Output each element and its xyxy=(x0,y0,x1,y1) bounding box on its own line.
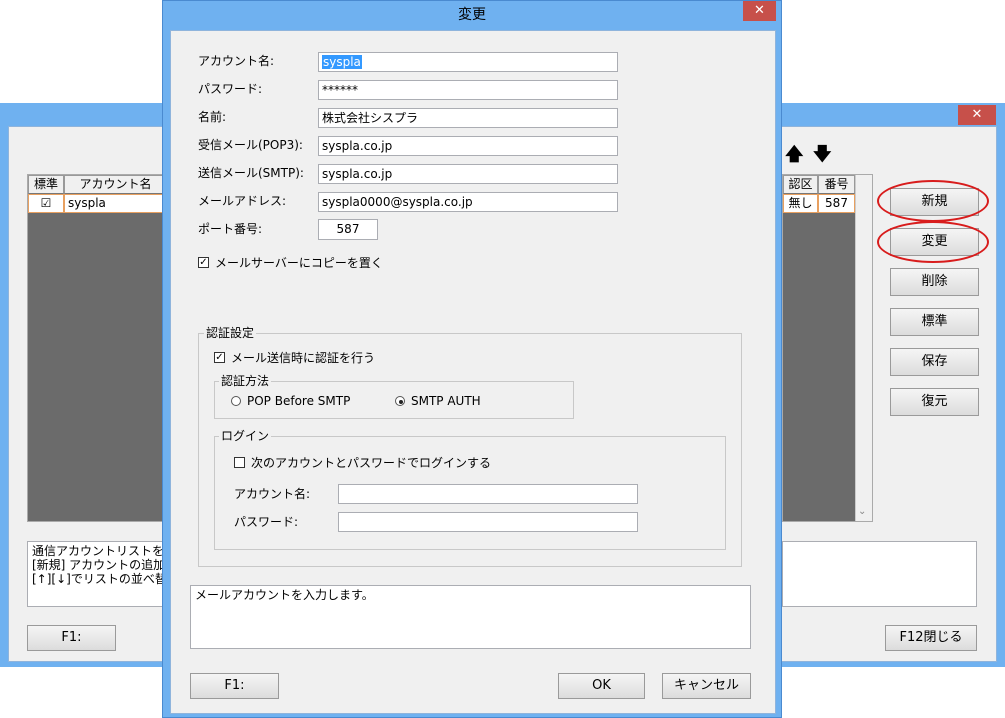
move-down-icon[interactable]: 🡇 xyxy=(813,145,832,165)
smtp-label: 送信メール(SMTP): xyxy=(198,166,304,180)
dialog-title: 変更 xyxy=(458,7,486,23)
f12-close-button[interactable]: F12閉じる xyxy=(885,625,977,651)
smtp-auth-label[interactable]: SMTP AUTH xyxy=(411,393,481,409)
email-input[interactable]: syspla0000@syspla.co.jp xyxy=(318,192,618,212)
login-title: ログイン xyxy=(219,429,272,443)
login-account-label: アカウント名: xyxy=(234,487,311,501)
scroll-down-icon[interactable]: ⌄ xyxy=(858,506,866,517)
ok-button[interactable]: OK xyxy=(558,673,645,699)
auth-on-send-label[interactable]: メール送信時に認証を行う xyxy=(231,350,375,366)
row-account-cell[interactable]: syspla xyxy=(64,194,167,213)
password-label: パスワード: xyxy=(198,82,263,96)
port-input[interactable]: 587 xyxy=(318,219,378,240)
auth-on-send-checkbox[interactable]: ✓ xyxy=(214,352,225,363)
highlight-circle-new xyxy=(877,180,989,222)
message-box: メールアカウントを入力します。 xyxy=(190,585,751,649)
email-label: メールアドレス: xyxy=(198,194,287,208)
message-text: メールアカウントを入力します。 xyxy=(195,588,374,602)
keep-copy-checkbox[interactable]: ✓ xyxy=(198,257,209,268)
bg-f1-button[interactable]: F1: xyxy=(27,625,116,651)
account-name-input[interactable]: syspla xyxy=(318,52,618,72)
pop3-input[interactable]: syspla.co.jp xyxy=(318,136,618,156)
row-number-cell[interactable]: 587 xyxy=(818,194,855,213)
delete-button[interactable]: 削除 xyxy=(890,268,979,296)
dialog-f1-button[interactable]: F1: xyxy=(190,673,279,699)
pop-before-smtp-radio[interactable] xyxy=(231,396,241,406)
help-line-2: [新規] アカウントの追加 [変 xyxy=(32,558,166,572)
help-line-1: 通信アカウントリストを表示しま xyxy=(32,544,166,558)
column-header-account[interactable]: アカウント名 xyxy=(64,175,167,194)
default-button[interactable]: 標準 xyxy=(890,308,979,336)
save-button[interactable]: 保存 xyxy=(890,348,979,376)
help-text-box: 通信アカウントリストを表示しま [新規] アカウントの追加 [変 [↑][↓]で… xyxy=(27,541,167,607)
name-label: 名前: xyxy=(198,110,227,124)
login-password-label: パスワード: xyxy=(234,515,299,529)
account-list-left[interactable] xyxy=(27,174,167,522)
login-account-input[interactable] xyxy=(338,484,638,504)
cancel-button[interactable]: キャンセル xyxy=(662,673,751,699)
pop3-label: 受信メール(POP3): xyxy=(198,138,303,152)
column-header-default[interactable]: 標準 xyxy=(28,175,64,194)
column-header-auth[interactable]: 認区 xyxy=(783,175,818,194)
smtp-input[interactable]: syspla.co.jp xyxy=(318,164,618,184)
highlight-circle-change xyxy=(877,221,989,263)
list-scrollbar[interactable] xyxy=(855,175,872,521)
port-label: ポート番号: xyxy=(198,222,263,236)
account-name-value: syspla xyxy=(322,55,362,69)
auth-settings-title: 認証設定 xyxy=(204,326,257,340)
name-input[interactable]: 株式会社シスプラ xyxy=(318,108,618,128)
dialog-close-button[interactable]: ✕ xyxy=(743,1,776,21)
help-text-box-right xyxy=(782,541,977,607)
auth-method-title: 認証方法 xyxy=(219,374,272,388)
move-up-icon[interactable]: 🡅 xyxy=(785,145,804,165)
password-input[interactable]: ****** xyxy=(318,80,618,100)
keep-copy-label[interactable]: メールサーバーにコピーを置く xyxy=(215,255,383,271)
row-default-checkbox[interactable]: ☑ xyxy=(28,194,64,213)
background-close-button[interactable]: ✕ xyxy=(958,105,996,125)
help-line-3: [↑][↓]でリストの並べ替え xyxy=(32,572,167,586)
use-login-checkbox[interactable] xyxy=(234,457,245,468)
smtp-auth-radio[interactable] xyxy=(395,396,405,406)
restore-button[interactable]: 復元 xyxy=(890,388,979,416)
row-auth-cell[interactable]: 無し xyxy=(783,194,818,213)
column-header-number[interactable]: 番号 xyxy=(818,175,855,194)
pop-before-smtp-label[interactable]: POP Before SMTP xyxy=(247,393,350,409)
account-name-label: アカウント名: xyxy=(198,54,275,68)
use-login-label[interactable]: 次のアカウントとパスワードでログインする xyxy=(251,455,491,471)
login-password-input[interactable] xyxy=(338,512,638,532)
